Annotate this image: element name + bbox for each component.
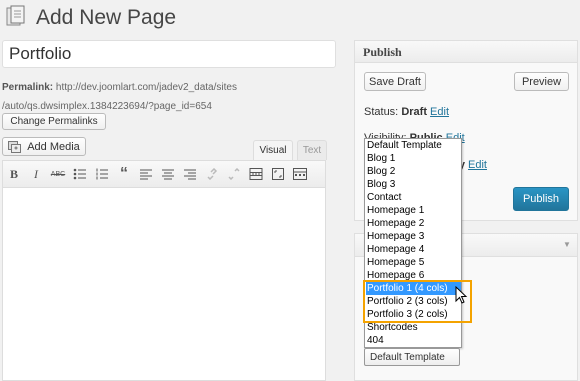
template-option[interactable]: Homepage 3: [366, 230, 461, 243]
template-option[interactable]: Blog 2: [366, 165, 461, 178]
unlink-icon[interactable]: [223, 163, 245, 185]
tab-text[interactable]: Text: [297, 140, 327, 160]
preview-button[interactable]: Preview: [514, 72, 569, 91]
status-value: Draft: [401, 106, 427, 118]
kitchen-sink-icon[interactable]: [289, 163, 311, 185]
status-label: Status:: [364, 106, 399, 118]
title-input[interactable]: [2, 40, 336, 68]
italic-icon[interactable]: I: [25, 163, 47, 185]
align-right-icon[interactable]: [179, 163, 201, 185]
status-row: Status: Draft Edit: [364, 106, 449, 118]
editor-area[interactable]: [2, 160, 326, 381]
template-option[interactable]: 404: [366, 334, 461, 347]
numbered-list-icon[interactable]: [91, 163, 113, 185]
template-option[interactable]: Blog 3: [366, 178, 461, 191]
bullet-list-icon[interactable]: [69, 163, 91, 185]
editor-toolbar: B I ABC “: [3, 161, 325, 188]
template-option[interactable]: Homepage 2: [366, 217, 461, 230]
add-media-label: Add Media: [27, 140, 80, 153]
mouse-pointer-icon: [455, 286, 468, 304]
tab-visual[interactable]: Visual: [253, 140, 293, 160]
permalink-url-line2[interactable]: /auto/qs.dwsimplex.1384223694/?page_id=6…: [2, 101, 212, 112]
permalink-url-line1[interactable]: http://dev.joomlart.com/jadev2_data/site…: [56, 82, 237, 93]
template-option[interactable]: Homepage 5: [366, 256, 461, 269]
publish-box-title: Publish: [355, 41, 577, 63]
add-media-button[interactable]: Add Media: [2, 137, 86, 156]
permalink: Permalink: http://dev.joomlart.com/jadev…: [2, 78, 237, 116]
media-icon: [8, 140, 22, 153]
permalink-label: Permalink:: [2, 82, 54, 93]
template-option[interactable]: Blog 1: [366, 152, 461, 165]
strikethrough-icon[interactable]: ABC: [47, 163, 69, 185]
template-option[interactable]: Homepage 4: [366, 243, 461, 256]
template-option[interactable]: Homepage 1: [366, 204, 461, 217]
change-permalinks-button[interactable]: Change Permalinks: [2, 113, 106, 130]
collapse-arrow-icon[interactable]: ▼: [563, 240, 571, 249]
bold-icon[interactable]: B: [3, 163, 25, 185]
publish-button[interactable]: Publish: [513, 187, 569, 211]
blockquote-icon[interactable]: “: [113, 163, 135, 185]
template-option[interactable]: Default Template: [366, 139, 461, 152]
align-left-icon[interactable]: [135, 163, 157, 185]
template-option[interactable]: Contact: [366, 191, 461, 204]
save-draft-button[interactable]: Save Draft: [364, 72, 426, 91]
publish-date-edit-link[interactable]: Edit: [468, 159, 487, 171]
template-select[interactable]: Default Template: [364, 348, 460, 366]
more-tag-icon[interactable]: [245, 163, 267, 185]
link-icon[interactable]: [201, 163, 223, 185]
fullscreen-icon[interactable]: [267, 163, 289, 185]
status-edit-link[interactable]: Edit: [430, 106, 449, 118]
pages-icon: [6, 5, 25, 26]
align-center-icon[interactable]: [157, 163, 179, 185]
page-title: Add New Page: [36, 6, 177, 29]
